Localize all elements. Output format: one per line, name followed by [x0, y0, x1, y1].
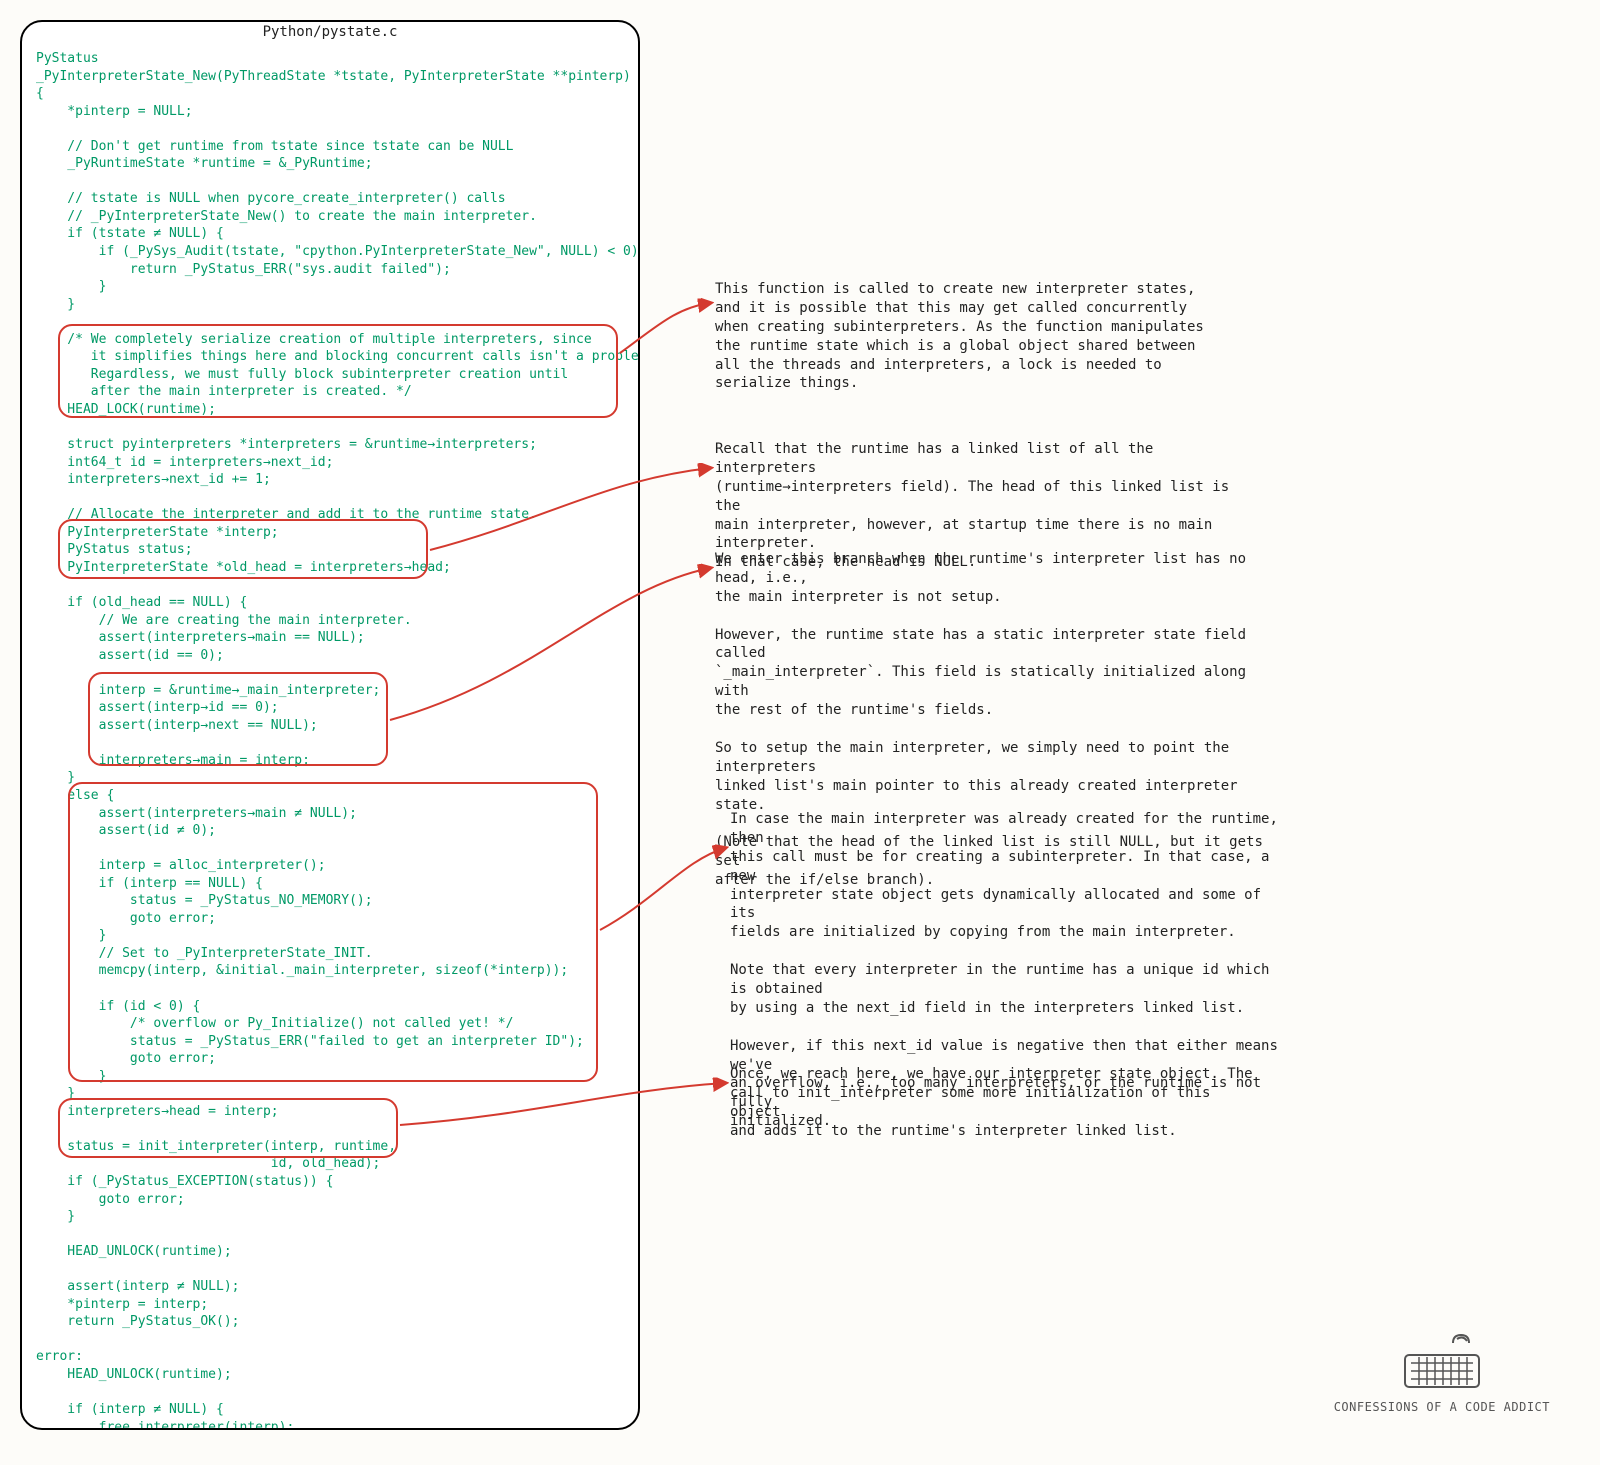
file-title: Python/pystate.c — [241, 21, 420, 44]
annotation-1: This function is called to create new in… — [715, 280, 1245, 393]
page-root: Python/pystate.c PyStatus _PyInterpreter… — [20, 20, 1580, 1445]
brand-logo: CONFESSIONS OF A CODE ADDICT — [1334, 1333, 1550, 1415]
code-body: PyStatus _PyInterpreterState_New(PyThrea… — [22, 50, 638, 1428]
annotation-5: Once, we reach here, we have our interpr… — [730, 1065, 1260, 1141]
keyboard-icon — [1397, 1333, 1487, 1393]
code-frame: Python/pystate.c PyStatus _PyInterpreter… — [20, 20, 640, 1430]
brand-caption: CONFESSIONS OF A CODE ADDICT — [1334, 1399, 1550, 1415]
